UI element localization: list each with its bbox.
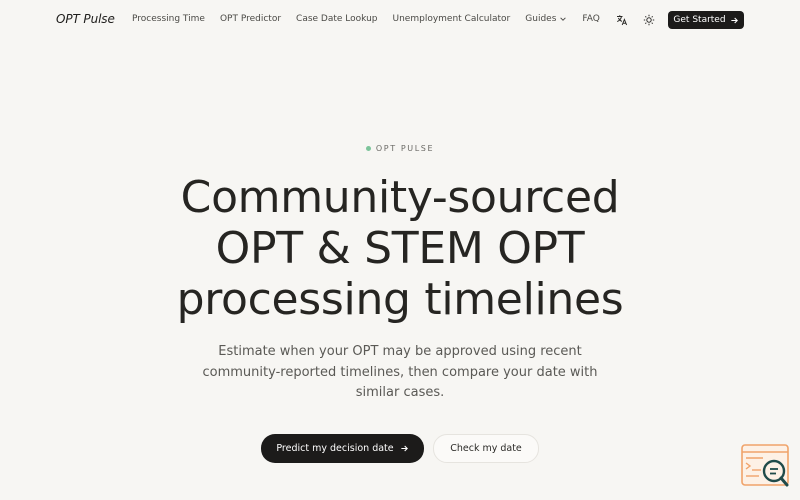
feedback-widget-icon[interactable] — [741, 444, 791, 488]
get-started-label: Get Started — [673, 15, 726, 25]
hero-headline: Community-sourced OPT & STEM OPT process… — [100, 172, 700, 325]
nav-links: Processing Time OPT Predictor Case Date … — [132, 14, 615, 24]
sun-icon[interactable] — [642, 13, 656, 27]
logo[interactable]: OPT Pulse — [56, 12, 115, 26]
nav-link-processing-time[interactable]: Processing Time — [132, 14, 205, 24]
check-my-date-button[interactable]: Check my date — [433, 434, 539, 463]
hero-headline-line-1: Community-sourced — [180, 172, 620, 223]
page: OPT Pulse Processing Time OPT Predictor … — [0, 0, 800, 500]
nav-link-guides-label: Guides — [525, 14, 557, 24]
hero-eyebrow-text: OPT PULSE — [375, 144, 435, 153]
chevron-down-icon — [560, 17, 567, 21]
check-my-date-label: Check my date — [450, 443, 522, 454]
top-nav: OPT Pulse Processing Time OPT Predictor … — [0, 0, 800, 40]
predict-decision-date-button[interactable]: Predict my decision date — [261, 434, 424, 463]
hero-subtitle: Estimate when your OPT may be approved u… — [202, 344, 598, 400]
nav-link-opt-predictor[interactable]: OPT Predictor — [220, 14, 281, 24]
hero-headline-line-2: OPT & STEM OPT — [215, 223, 585, 274]
nav-link-faq[interactable]: FAQ — [582, 14, 599, 24]
predict-decision-date-label: Predict my decision date — [276, 443, 394, 454]
nav-link-guides[interactable]: Guides — [525, 14, 567, 24]
status-dot — [365, 146, 371, 151]
nav-link-unemployment-calculator[interactable]: Unemployment Calculator — [393, 14, 511, 24]
arrow-right-icon — [730, 17, 738, 23]
hero-headline-line-3: processing timelines — [176, 274, 624, 325]
hero-eyebrow: OPT PULSE — [0, 144, 800, 153]
get-started-button[interactable]: Get Started — [668, 11, 744, 29]
translate-icon[interactable] — [615, 13, 629, 27]
nav-link-case-date-lookup[interactable]: Case Date Lookup — [296, 14, 377, 24]
arrow-right-icon — [400, 445, 408, 452]
